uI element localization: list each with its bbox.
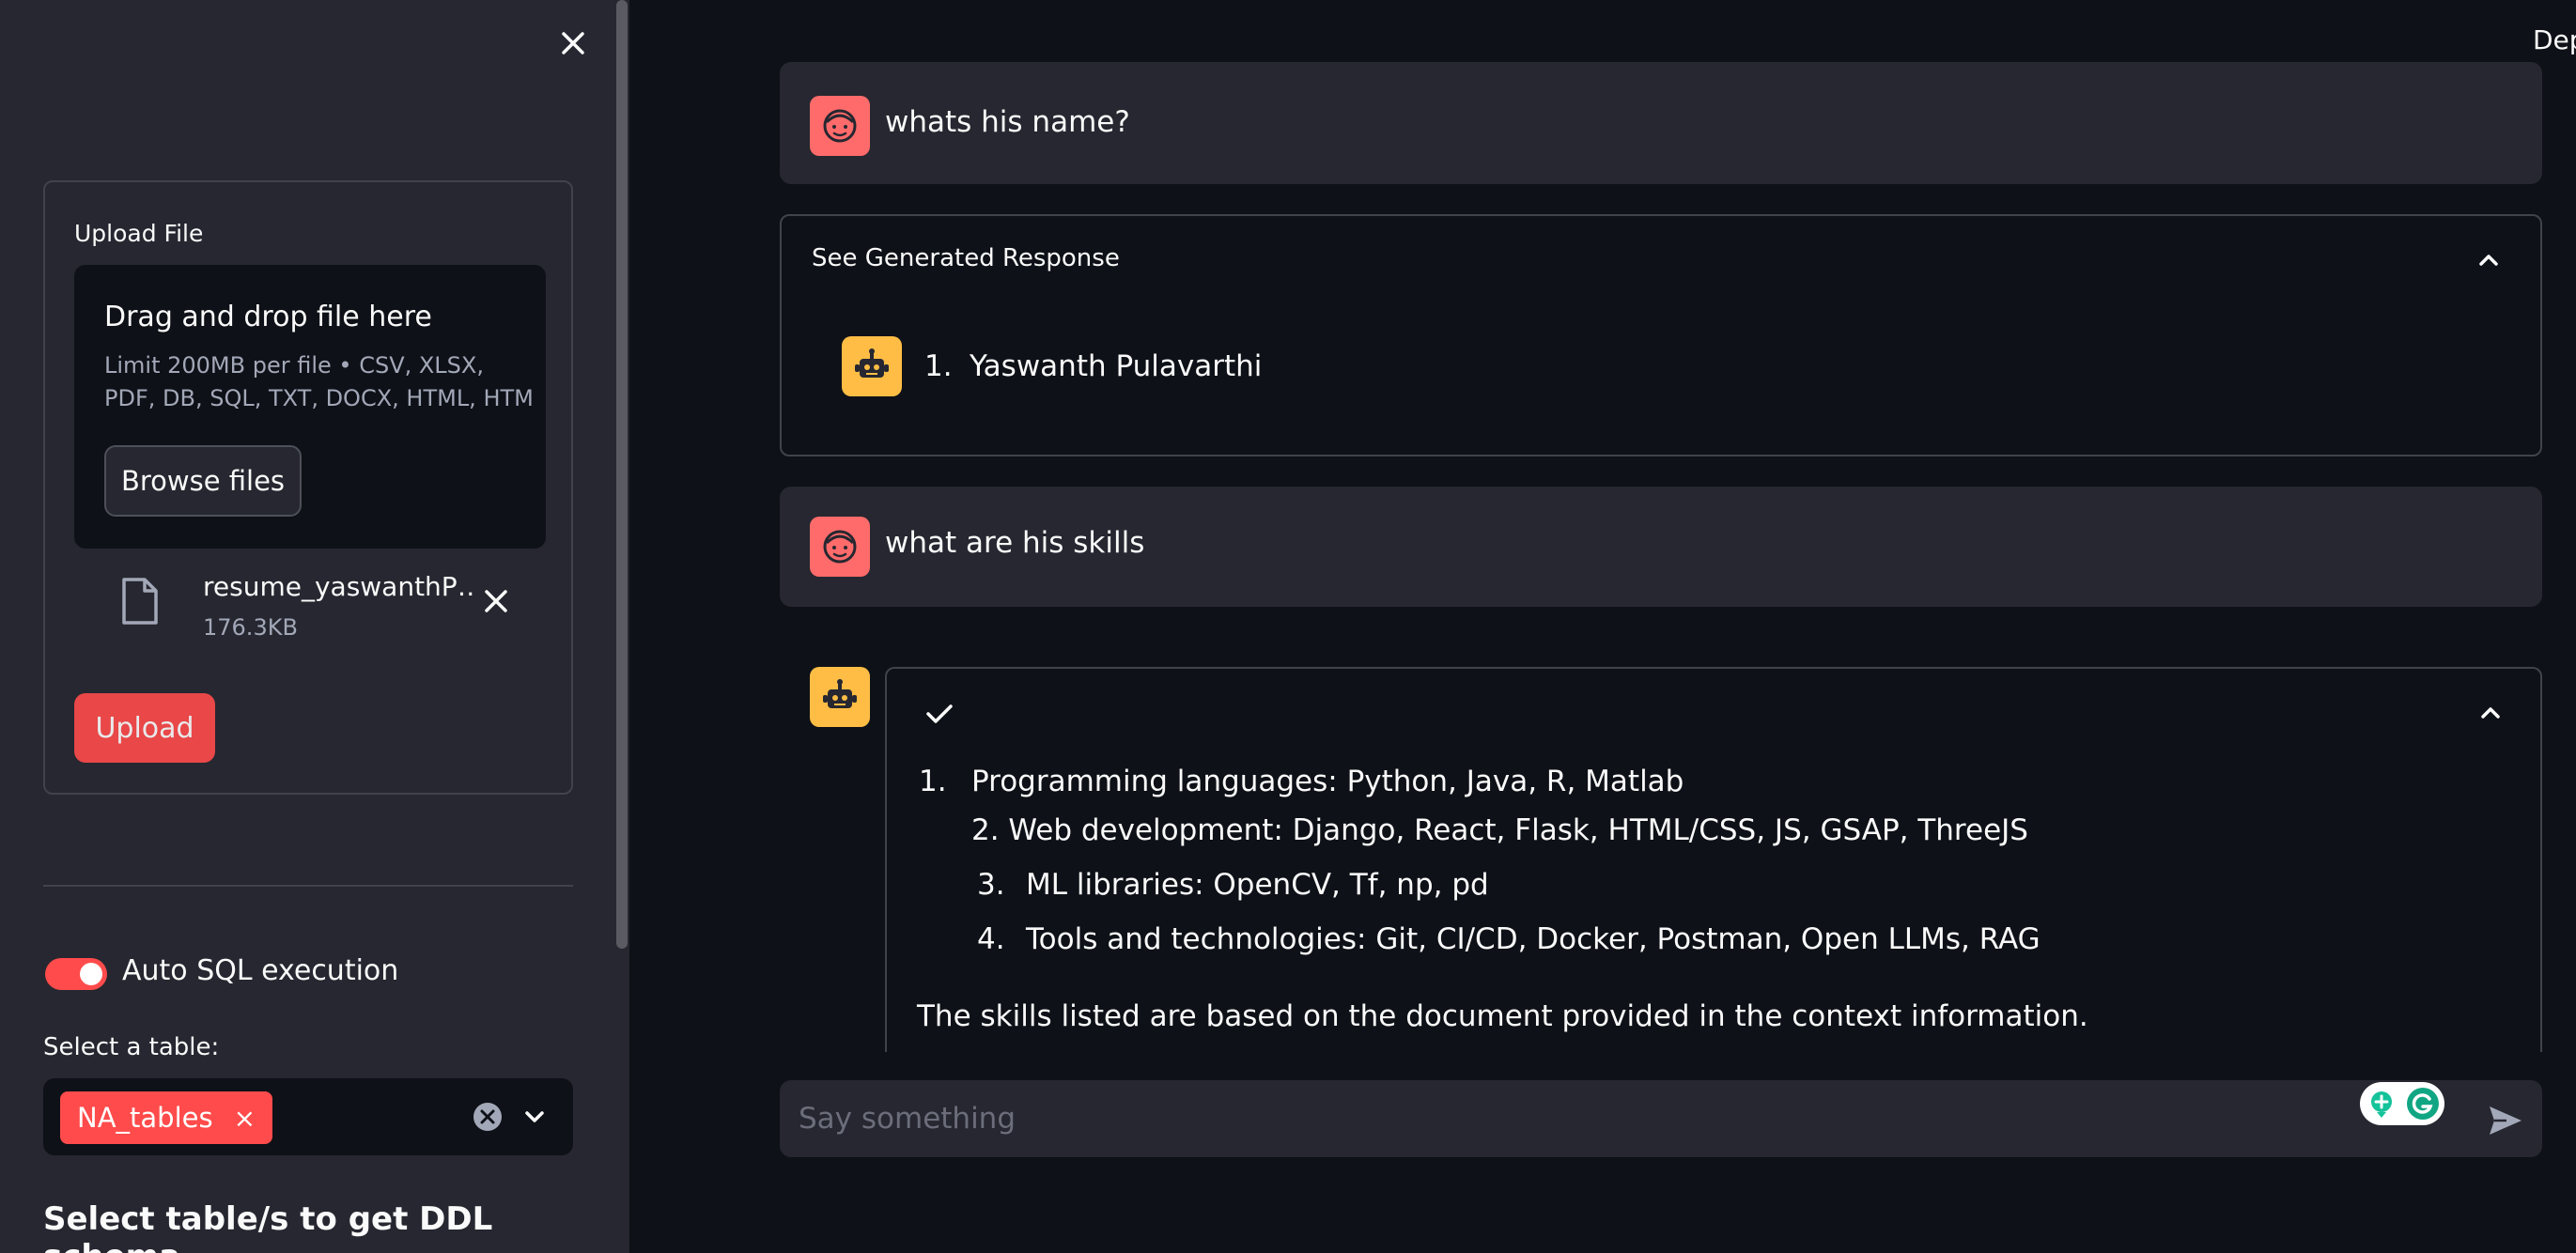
skill-item-text: ML libraries: OpenCV, Tf, np, pd: [1026, 868, 1489, 902]
auto-sql-label: Auto SQL execution: [122, 954, 399, 987]
upload-title: Upload File: [74, 220, 204, 247]
deploy-button[interactable]: Dep: [2533, 24, 2576, 55]
user-message-text: what are his skills: [885, 526, 1145, 560]
user-face-icon: [823, 530, 857, 564]
select-table-label: Select a table:: [43, 1033, 220, 1061]
user-message: whats his name?: [780, 62, 2542, 184]
chevron-up-icon[interactable]: [2475, 697, 2506, 729]
response-footer-text: The skills listed are based on the docum…: [917, 999, 2088, 1033]
skill-item-text: 2. Web development: Django, React, Flask…: [971, 813, 2028, 847]
skill-item-number: 3.: [977, 868, 1005, 902]
clear-selection-icon[interactable]: [472, 1101, 504, 1133]
selected-table-chip: NA_tables ×: [60, 1091, 273, 1144]
main-chat-area: Dep whats his name? See Generated Respon…: [629, 0, 2576, 1253]
checkmark-icon: [926, 704, 953, 723]
bot-avatar: [810, 667, 870, 727]
uploaded-file-size: 176.3KB: [203, 614, 298, 641]
sidebar-divider: [43, 885, 573, 887]
file-dropzone[interactable]: Drag and drop file here Limit 200MB per …: [74, 265, 546, 549]
uploaded-file-name: resume_yaswanthP…: [203, 571, 475, 602]
grammarly-suggest-icon[interactable]: [2366, 1088, 2398, 1120]
table-multiselect[interactable]: NA_tables ×: [43, 1078, 573, 1155]
response-text: Yaswanth Pulavarthi: [970, 349, 1263, 383]
user-avatar: [810, 517, 870, 577]
user-message: what are his skills: [780, 487, 2542, 607]
sidebar-scrollbar[interactable]: [616, 0, 628, 949]
skill-item-text: Tools and technologies: Git, CI/CD, Dock…: [1026, 922, 2041, 956]
bot-avatar: [842, 336, 902, 396]
chat-input[interactable]: [780, 1080, 2377, 1157]
generated-response-expander[interactable]: See Generated Response 1. Yaswanth Pulav…: [780, 214, 2542, 456]
user-avatar: [810, 96, 870, 156]
bot-response-expander[interactable]: 1. Programming languages: Python, Java, …: [885, 667, 2542, 1065]
browse-files-button[interactable]: Browse files: [104, 445, 302, 517]
user-face-icon: [823, 109, 857, 143]
user-message-text: whats his name?: [885, 105, 1130, 139]
dropzone-limit-text: Limit 200MB per file • CSV, XLSX, PDF, D…: [104, 352, 534, 411]
file-icon: [122, 578, 158, 625]
chat-input-box[interactable]: [780, 1080, 2542, 1157]
sidebar: Upload File Drag and drop file here Limi…: [0, 0, 629, 1253]
send-icon[interactable]: [2486, 1101, 2525, 1140]
robot-icon: [823, 679, 857, 708]
close-sidebar-icon[interactable]: [554, 24, 592, 62]
upload-button[interactable]: Upload: [74, 693, 215, 763]
ddl-schema-heading: Select table/s to get DDL schema: [43, 1200, 493, 1253]
skill-item-number: 1.: [919, 765, 947, 798]
skill-item-text: Programming languages: Python, Java, R, …: [971, 765, 1684, 798]
chip-label: NA_tables: [77, 1102, 213, 1134]
expander-title: See Generated Response: [812, 244, 1120, 272]
chevron-down-icon[interactable]: [520, 1103, 549, 1131]
upload-form: Upload File Drag and drop file here Limi…: [43, 180, 573, 795]
chevron-up-icon[interactable]: [2473, 244, 2505, 276]
auto-sql-toggle[interactable]: [45, 958, 107, 990]
toggle-knob: [80, 963, 102, 985]
chip-remove-icon[interactable]: ×: [234, 1103, 256, 1134]
skill-item-number: 4.: [977, 922, 1005, 956]
grammarly-g-icon[interactable]: [2405, 1086, 2441, 1122]
dropzone-title: Drag and drop file here: [104, 301, 432, 333]
response-list-number: 1.: [924, 349, 953, 383]
remove-file-icon[interactable]: [479, 584, 513, 618]
grammarly-widget[interactable]: [2360, 1082, 2444, 1125]
robot-icon: [855, 348, 889, 378]
